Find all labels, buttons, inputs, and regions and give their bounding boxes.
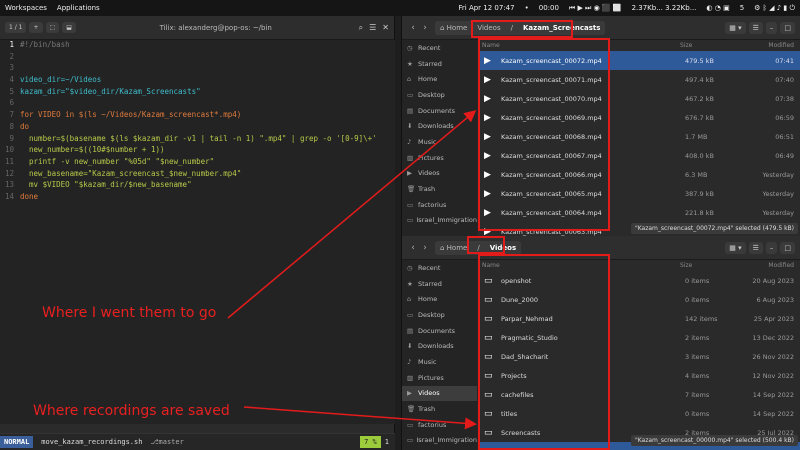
arrow-to-kazam-folder (227, 110, 477, 319)
annotation-arrows (227, 110, 477, 430)
arrow-to-videos-folder (243, 406, 477, 430)
